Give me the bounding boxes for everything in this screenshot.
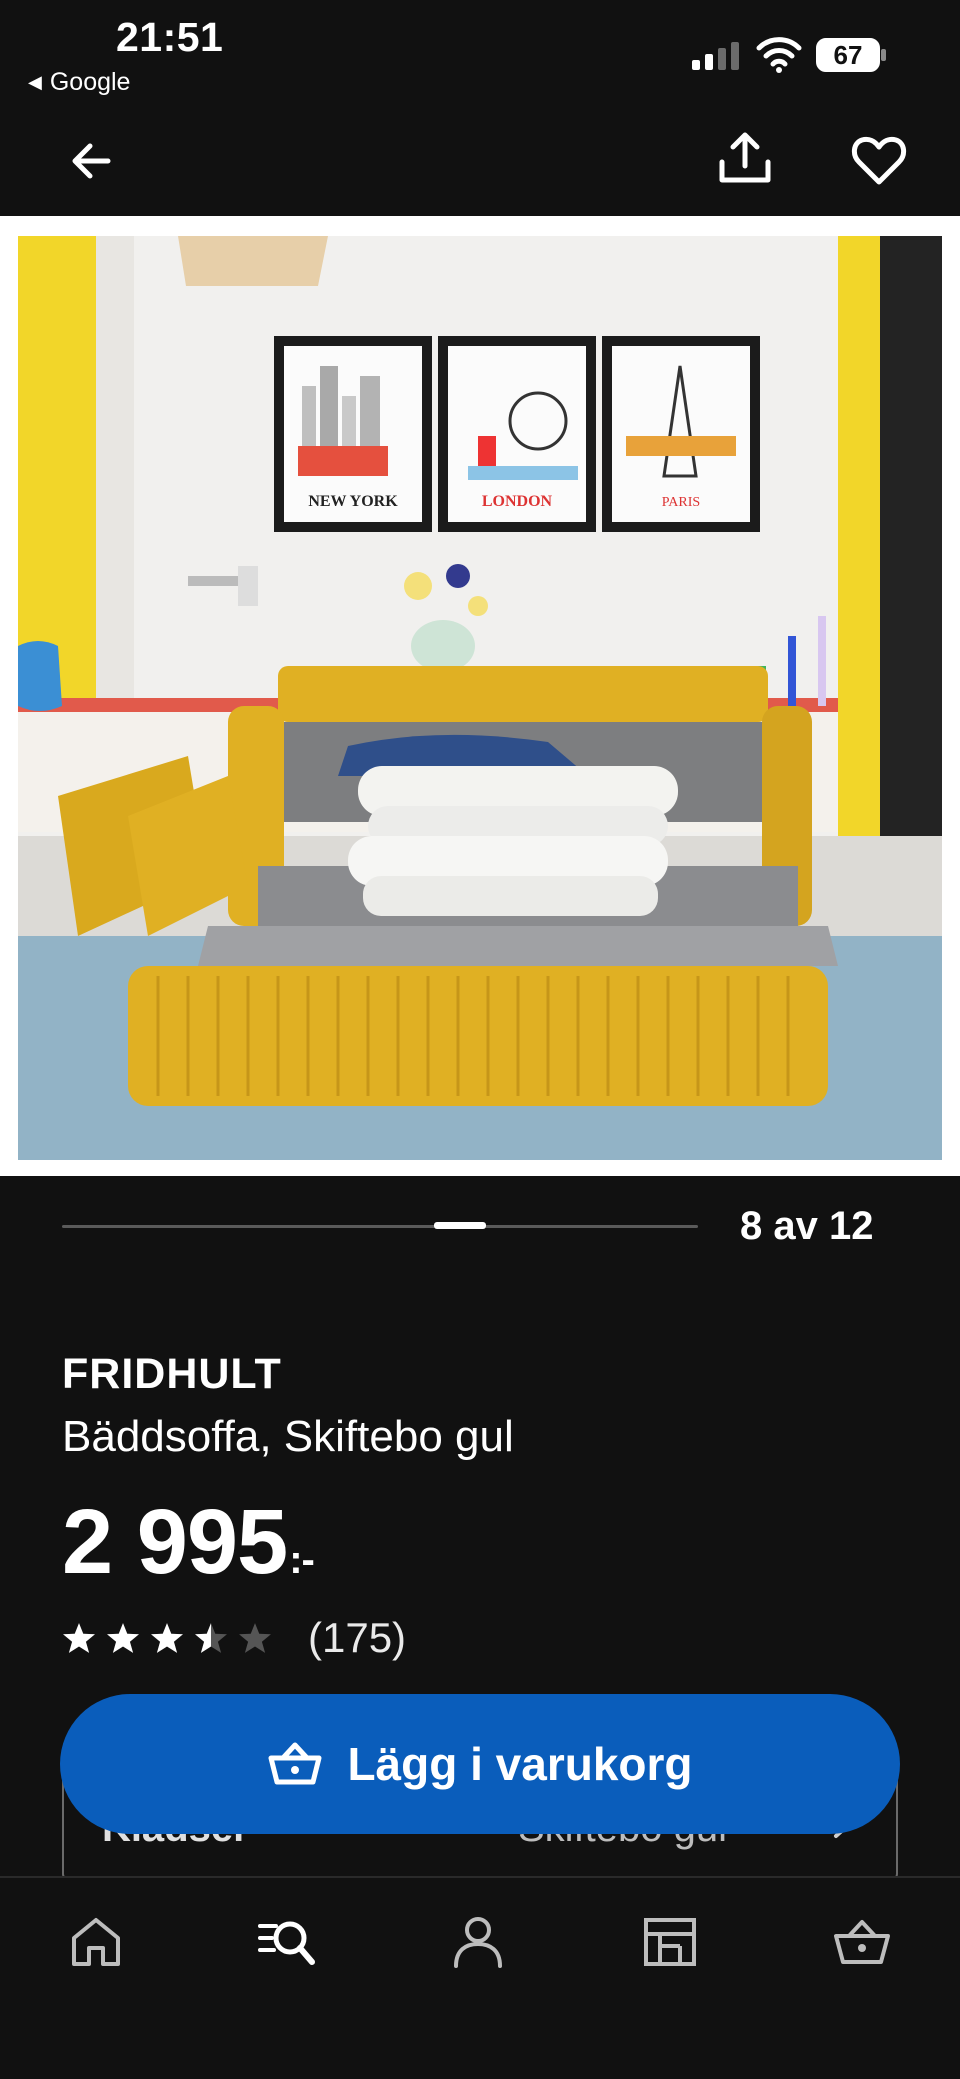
star-icon <box>107 1623 139 1653</box>
back-triangle-icon: ◀ <box>28 72 42 92</box>
back-to-app-link[interactable]: ◀ Google <box>28 68 130 97</box>
price-amount: 2 995 <box>62 1491 288 1593</box>
product-image[interactable]: NEW YORK LONDON PARIS <box>0 216 960 1176</box>
add-to-cart-label: Lägg i varukorg <box>347 1738 693 1790</box>
product-price: 2 995 :- <box>62 1490 315 1595</box>
heart-icon[interactable] <box>848 130 910 192</box>
carousel-counter: 8 av 12 <box>740 1204 874 1248</box>
store-icon[interactable] <box>640 1912 700 1972</box>
home-icon[interactable] <box>66 1912 126 1972</box>
basket-icon <box>268 1742 322 1785</box>
star-icon <box>195 1623 227 1653</box>
carousel-progress-track[interactable] <box>62 1225 698 1228</box>
frame-london-text: LONDON <box>482 493 553 510</box>
frame-new-york-text: NEW YORK <box>308 493 398 510</box>
rating-stars <box>62 1621 272 1655</box>
bottom-tab-bar <box>0 1876 960 2079</box>
frame-paris-text: PARIS <box>662 495 700 510</box>
search-list-icon[interactable] <box>256 1912 316 1972</box>
product-page: 21:51 ◀ Google 67 NEW YORK LONDON PARIS … <box>0 0 960 2079</box>
status-time: 21:51 <box>116 14 224 60</box>
product-photo-illustration: NEW YORK LONDON PARIS <box>18 236 942 1160</box>
review-count: (175) <box>308 1614 407 1661</box>
battery-percent: 67 <box>833 40 863 70</box>
basket-icon[interactable] <box>832 1912 892 1972</box>
share-icon[interactable] <box>714 128 776 190</box>
person-icon[interactable] <box>448 1912 508 1972</box>
star-icon <box>63 1623 95 1653</box>
arrow-left-icon[interactable] <box>62 130 124 192</box>
price-suffix: :- <box>289 1538 315 1582</box>
carousel-progress-thumb <box>434 1222 486 1229</box>
cellular-signal-icon <box>692 38 739 70</box>
rating-row[interactable]: (175) <box>62 1614 406 1662</box>
back-app-name: Google <box>49 68 131 96</box>
product-name: FRIDHULT <box>62 1350 282 1398</box>
product-description: Bäddsoffa, Skiftebo gul <box>62 1412 514 1461</box>
wifi-icon <box>756 37 802 73</box>
star-icon <box>239 1623 271 1653</box>
battery-indicator: 67 <box>816 38 888 72</box>
star-icon <box>151 1623 183 1653</box>
add-to-cart-button[interactable]: Lägg i varukorg <box>60 1694 900 1834</box>
